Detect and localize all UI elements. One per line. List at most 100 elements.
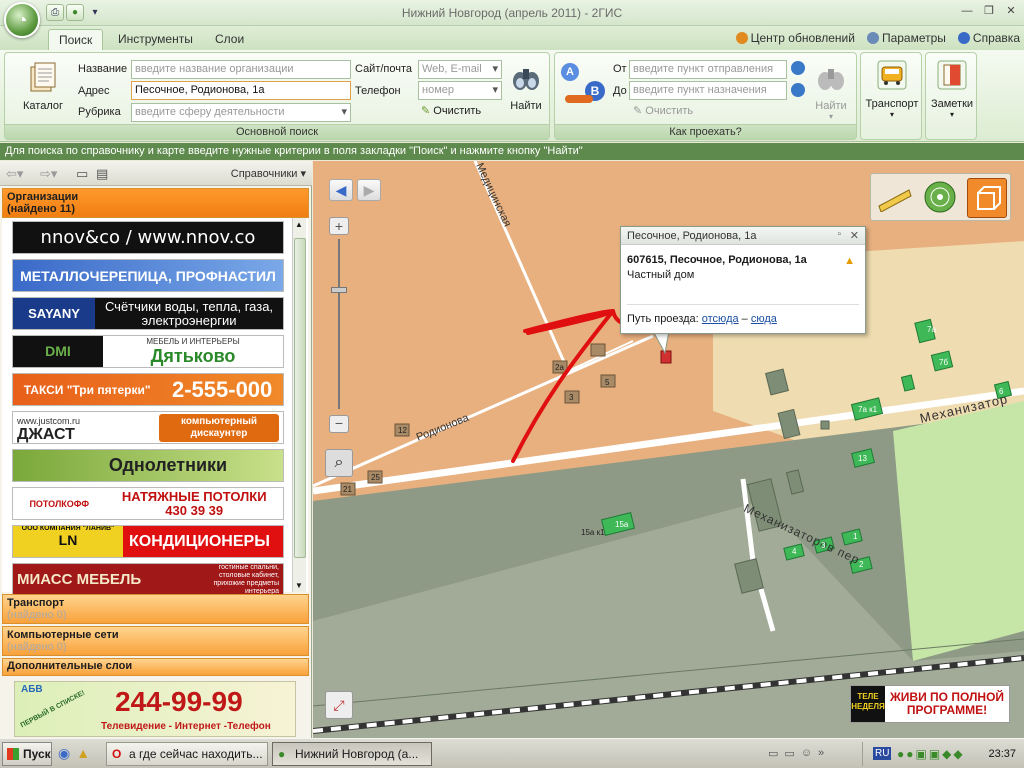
list-view-icon[interactable]: ▭ (76, 166, 88, 182)
site-input[interactable]: Web, E-mail (418, 60, 502, 79)
transport-button[interactable]: Транспорт ▾ (863, 59, 921, 119)
parameters-link[interactable]: Параметры (866, 31, 946, 45)
bus-icon (877, 60, 907, 90)
phone-input[interactable]: номер (418, 81, 502, 100)
taskbar-task-opera[interactable]: O а где сейчас находить... (106, 742, 268, 766)
find-label: Найти (510, 100, 542, 112)
bottom-ad-banner[interactable]: АБВ ПЕРВЫЙ В СПИСКЕ! 244-99-99 Телевиден… (14, 681, 296, 737)
ie-icon[interactable]: ◉ (58, 745, 70, 762)
scroll-thumb[interactable] (294, 238, 306, 558)
list-item[interactable]: SAYANY Счётчики воды, тепла, газа, элект… (12, 297, 284, 330)
taskbar-task-2gis[interactable]: ● Нижний Новгород (а... (272, 742, 432, 766)
banner-text: КОНДИЦИОНЕРЫ (129, 532, 270, 550)
back-icon[interactable]: ⇦▾ (6, 166, 23, 182)
banner-subtext: гостиные спальни, столовые кабинет, прих… (213, 563, 279, 595)
updates-center-link[interactable]: Центр обновлений (735, 31, 855, 45)
address-input[interactable]: Песочное, Родионова, 1а (131, 81, 351, 100)
transport-group: Транспорт ▾ (860, 52, 922, 140)
list-item[interactable]: ООО КОМПАНИЯ "ЛАНИВ" LN КОНДИЦИОНЕРЫ (12, 525, 284, 558)
list-item[interactable]: nnov&co / www.nnov.co (12, 221, 284, 254)
banner-text: ДЖАСТ (17, 425, 75, 443)
clear-route-button[interactable]: ✎ Очистить (633, 104, 693, 117)
drive-icon[interactable]: ▭ (784, 747, 794, 760)
map-ad-banner[interactable]: ТЕЛЕ НЕДЕЛЯ ЖИВИ ПО ПОЛНОЙ ПРОГРАММЕ! (850, 685, 1010, 723)
house-number: 2а (555, 363, 564, 372)
zoom-out-icon[interactable]: − (329, 415, 349, 433)
magnifier-icon[interactable]: ⌕ (325, 449, 353, 477)
pin-icon[interactable]: ▫ (837, 229, 841, 240)
map-forward-icon[interactable]: ▶ (357, 179, 381, 201)
banner-text: nnov&co / www.nnov.co (40, 227, 256, 248)
find-button[interactable]: Найти (507, 61, 545, 112)
print-list-icon[interactable]: ▤ (96, 166, 108, 182)
rubric-input[interactable]: введите сферу деятельности (131, 103, 351, 122)
start-button[interactable]: Пуск (2, 742, 52, 766)
app-menu-button[interactable]: ◔ (4, 2, 40, 38)
close-button[interactable]: ✕ (1002, 4, 1020, 20)
banner-scrollbar[interactable]: ▲ ▼ (292, 218, 306, 592)
minimize-button[interactable]: — (958, 4, 976, 20)
ad-tagline: Телевидение - Интернет -Телефон (101, 721, 271, 732)
name-input[interactable]: введите название организации (131, 60, 351, 79)
tray-icons[interactable]: ●●▣▣◆◆ (897, 747, 965, 761)
directories-dropdown[interactable]: Справочники ▾ (231, 167, 306, 180)
list-item[interactable]: Однолетники (12, 449, 284, 482)
warning-icon[interactable]: ▲ (844, 255, 855, 267)
category-title: Дополнительные слои (7, 660, 133, 672)
category-extra-layers[interactable]: Дополнительные слои (2, 658, 309, 676)
tray-expand-icon[interactable]: » (818, 747, 824, 760)
ad-brand: АБВ (21, 684, 43, 695)
category-organizations[interactable]: Организации (найдено 11) (2, 188, 309, 218)
zoom-in-icon[interactable]: + (329, 217, 349, 235)
selected-house-marker[interactable] (660, 350, 672, 364)
scroll-up-icon[interactable]: ▲ (295, 220, 303, 229)
tray-extra-icons: ▭ ▭ ☺ » (768, 747, 824, 760)
map-view[interactable]: Родионова Медицинская Механизатор Механи… (313, 161, 1024, 738)
route-to-here-link[interactable]: сюда (751, 313, 777, 325)
scroll-down-icon[interactable]: ▼ (295, 581, 303, 590)
main-search-group: Каталог Название введите название органи… (4, 52, 550, 140)
network-icon[interactable]: ▭ (768, 747, 778, 760)
popup-close-icon[interactable]: ✕ (850, 229, 859, 242)
windows-logo-icon (7, 748, 19, 760)
ruler-icon[interactable] (877, 184, 913, 213)
zoom-control: + − (329, 217, 351, 437)
user-icon[interactable]: ☺ (801, 747, 812, 760)
route-to-input[interactable]: введите пункт назначения (629, 81, 787, 100)
tab-tools[interactable]: Инструменты (108, 29, 203, 50)
maximize-button[interactable]: ❐ (980, 4, 998, 20)
list-item[interactable]: МЕТАЛЛОЧЕРЕПИЦА, ПРОФНАСТИЛ (12, 259, 284, 292)
list-item[interactable]: DMI МЕБЕЛЬ И ИНТЕРЬЕРЫ Дятьково (12, 335, 284, 368)
tab-layers[interactable]: Слои (205, 29, 254, 50)
list-item[interactable]: www.justcom.ru ДЖАСТ компьютерный дискау… (12, 411, 284, 444)
category-computer-networks[interactable]: Компьютерные сети (найдено 0) (2, 626, 309, 656)
route-group-label: Как проехать? (555, 124, 856, 139)
route-dash: – (741, 313, 748, 325)
address-label: Адрес (78, 85, 110, 97)
language-indicator[interactable]: RU (873, 747, 892, 760)
zoom-slider-thumb[interactable] (331, 287, 347, 293)
category-transport[interactable]: Транспорт (найдено 0) (2, 594, 309, 624)
forward-icon[interactable]: ⇨▾ (40, 166, 57, 182)
parameters-label: Параметры (881, 31, 946, 45)
map-back-icon[interactable]: ◀ (329, 179, 353, 201)
route-from-input[interactable]: введите пункт отправления (629, 60, 787, 79)
list-item[interactable]: ПОТОЛКОФФ НАТЯЖНЫЕ ПОТОЛКИ 430 39 39 (12, 487, 284, 520)
tab-search[interactable]: Поиск (48, 29, 104, 50)
info-bar: Для поиска по справочнику и карте введит… (0, 143, 1024, 160)
list-item[interactable]: ТАКСИ "Три пятерки" 2-555-000 (12, 373, 284, 406)
route-from-here-link[interactable]: отсюда (702, 313, 739, 325)
route-from-pick-icon[interactable] (791, 61, 805, 75)
fullscreen-icon[interactable]: ⤢ (325, 691, 353, 719)
list-item[interactable]: МИАСС МЕБЕЛЬ гостиные спальни, столовые … (12, 563, 284, 596)
notes-button[interactable]: Заметки ▾ (926, 59, 978, 119)
catalog-button[interactable]: Каталог (13, 61, 73, 112)
house-number: 25 (371, 473, 380, 482)
route-find-button[interactable]: Найти ▾ (811, 61, 851, 121)
radar-icon[interactable] (923, 180, 957, 214)
warning-app-icon[interactable]: ▲ (76, 745, 90, 762)
3d-view-icon[interactable] (967, 178, 1007, 218)
clear-search-button[interactable]: ✎ Очистить (421, 104, 481, 117)
help-link[interactable]: Справка (957, 31, 1020, 45)
route-to-pick-icon[interactable] (791, 83, 805, 97)
